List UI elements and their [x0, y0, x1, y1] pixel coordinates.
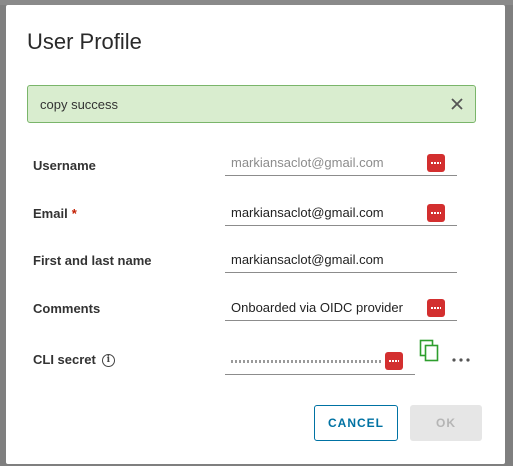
cancel-button[interactable]: CANCEL	[314, 405, 398, 441]
dialog-title: User Profile	[27, 29, 142, 54]
email-label: Email *	[33, 206, 77, 221]
username-label: Username	[33, 158, 96, 173]
cli-secret-label-text: CLI secret	[33, 352, 96, 367]
username-field: markiansaclot@gmail.com	[225, 152, 457, 176]
copy-icon[interactable]	[419, 339, 441, 363]
comments-label: Comments	[33, 301, 101, 316]
cli-secret-field[interactable]	[225, 351, 415, 375]
keepass-icon[interactable]	[427, 299, 445, 317]
info-icon[interactable]: i	[101, 354, 115, 368]
cli-secret-value	[231, 360, 381, 363]
email-label-text: Email	[33, 206, 68, 221]
keepass-icon[interactable]	[385, 352, 403, 370]
full-name-field[interactable]: markiansaclot@gmail.com	[225, 249, 457, 273]
full-name-value: markiansaclot@gmail.com	[231, 252, 384, 267]
comments-value: Onboarded via OIDC provider	[231, 300, 403, 315]
comments-field[interactable]: Onboarded via OIDC provider	[225, 297, 457, 321]
user-profile-dialog: User Profile copy success Username marki…	[6, 5, 505, 464]
close-icon[interactable]	[448, 95, 466, 113]
email-field[interactable]: markiansaclot@gmail.com	[225, 202, 457, 226]
ok-button[interactable]: OK	[410, 405, 482, 441]
required-marker: *	[71, 206, 77, 221]
full-name-label: First and last name	[33, 253, 152, 268]
alert-message: copy success	[40, 97, 119, 112]
keepass-icon[interactable]	[427, 204, 445, 222]
email-value: markiansaclot@gmail.com	[231, 205, 384, 220]
success-alert: copy success	[27, 85, 476, 123]
username-value: markiansaclot@gmail.com	[231, 155, 384, 170]
more-icon[interactable]	[451, 357, 471, 363]
cli-secret-label: CLI secret i	[33, 352, 115, 368]
keepass-icon[interactable]	[427, 154, 445, 172]
